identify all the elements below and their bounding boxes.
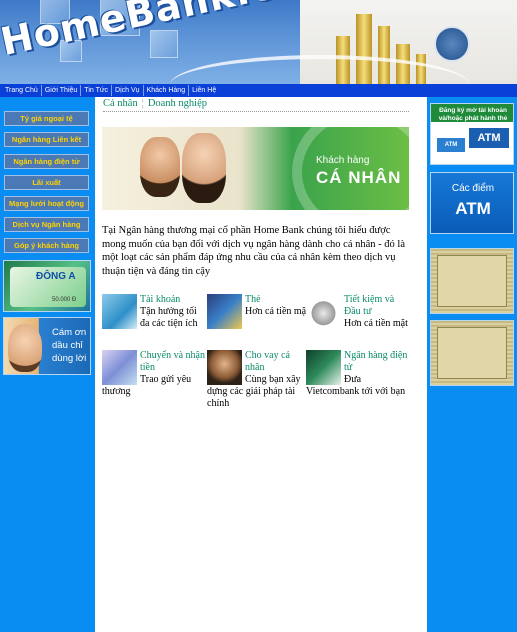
nav-item-about[interactable]: Giới Thiệu bbox=[42, 85, 82, 96]
service-transfer[interactable]: Chuyển và nhận tiền Trao gửi yêu thương bbox=[102, 350, 206, 398]
banknote-inner bbox=[437, 327, 507, 379]
child-promo-banner[interactable]: Cám ơn dầu chỉ dùng lời bbox=[3, 317, 91, 375]
coin-emblem bbox=[434, 26, 470, 62]
service-title[interactable]: Thẻ bbox=[245, 294, 261, 305]
service-desc: Hơn cả tiền mặt bbox=[344, 318, 408, 329]
service-title[interactable]: Tài khoản bbox=[140, 294, 180, 305]
top-nav: Trang Chủ Giới Thiệu Tin Tức Dịch Vụ Khá… bbox=[0, 84, 517, 97]
nav-item-contact[interactable]: Liên Hệ bbox=[189, 85, 219, 96]
atm-big-label: ATM bbox=[469, 128, 509, 148]
ebanking-icon bbox=[306, 350, 341, 385]
service-title[interactable]: Tiết kiệm và Đầu tư bbox=[344, 294, 394, 317]
service-title[interactable]: Ngân hàng điện tử bbox=[344, 350, 407, 373]
menu-e-banking[interactable]: Ngân hàng điện tử bbox=[4, 154, 89, 169]
decor-cube bbox=[150, 30, 178, 58]
service-card[interactable]: Thẻ Hơn cả tiền mặt bbox=[207, 294, 311, 330]
card-icon bbox=[207, 294, 242, 329]
nav-item-customers[interactable]: Khách Hàng bbox=[144, 85, 190, 96]
menu-partner-banks[interactable]: Ngân hàng Liên kết bbox=[4, 132, 89, 147]
account-icon bbox=[102, 294, 137, 329]
menu-feedback[interactable]: Góp ý khách hàng bbox=[4, 238, 89, 253]
nav-item-home[interactable]: Trang Chủ bbox=[2, 85, 42, 96]
child-photo bbox=[8, 324, 42, 372]
right-sidebar: Đăng ký mở tài khoản và/hoặc phát hành t… bbox=[427, 97, 517, 632]
nav-item-services[interactable]: Dịch Vụ bbox=[112, 85, 144, 96]
customer-tabs: Cá nhân ¦ Doanh nghiệp bbox=[103, 98, 409, 112]
banknote-inner bbox=[437, 255, 507, 307]
hero-banner: Khách hàng CÁ NHÂN bbox=[102, 127, 409, 210]
menu-interest-rate[interactable]: Lãi xuất bbox=[4, 175, 89, 190]
service-loan[interactable]: Cho vay cá nhân Cùng bạn xây dựng các gi… bbox=[207, 350, 311, 410]
service-savings[interactable]: Tiết kiệm và Đầu tư Hơn cả tiền mặt bbox=[306, 294, 410, 330]
hero-line2: CÁ NHÂN bbox=[316, 168, 402, 187]
banknote-image[interactable] bbox=[430, 320, 514, 386]
banknote-image[interactable] bbox=[430, 248, 514, 314]
account-banner-text: Đăng ký mở tài khoản và/hoặc phát hành t… bbox=[438, 107, 508, 122]
hero-photo-child bbox=[140, 137, 180, 197]
hero-photo-mother bbox=[182, 133, 226, 203]
menu-exchange-rate[interactable]: Tỷ giá ngoại tệ bbox=[4, 111, 89, 126]
service-title[interactable]: Chuyển và nhận tiền bbox=[140, 350, 205, 373]
atm-points-line1: Các điểm bbox=[451, 183, 495, 194]
tab-personal[interactable]: Cá nhân bbox=[103, 98, 138, 109]
loan-icon bbox=[207, 350, 242, 385]
hero-line1: Khách hàng bbox=[316, 155, 370, 166]
left-sidebar: Tỷ giá ngoại tệ Ngân hàng Liên kết Ngân … bbox=[0, 97, 95, 632]
tab-separator: ¦ bbox=[141, 98, 144, 109]
card-brand-label: ĐÔNG A bbox=[36, 271, 76, 282]
dong-a-card-promo[interactable]: ĐÔNG A 50.000 Đ bbox=[3, 260, 91, 312]
savings-icon bbox=[306, 294, 341, 329]
service-ebanking[interactable]: Ngân hàng điện tử Đưa Vietcombank tới vớ… bbox=[306, 350, 410, 398]
atm-small-label: ATM bbox=[437, 138, 465, 152]
service-account[interactable]: Tài khoản Tận hưởng tối đa các tiện ích bbox=[102, 294, 206, 330]
card-value-label: 50.000 Đ bbox=[52, 297, 77, 303]
site-banner: HomeBank.com bbox=[0, 0, 517, 84]
atm-locations-banner[interactable]: Các điểm ATM bbox=[430, 172, 514, 234]
service-desc: Tận hưởng tối đa các tiện ích bbox=[140, 306, 198, 329]
main-content: Cá nhân ¦ Doanh nghiệp Khách hàng CÁ NHÂN … bbox=[95, 97, 427, 632]
intro-paragraph: Tại Ngân hàng thương mại cổ phần Home Ba… bbox=[102, 225, 405, 277]
menu-network[interactable]: Mạng lưới hoạt động bbox=[4, 196, 89, 211]
promo-text: Cám ơn dầu chỉ dùng lời bbox=[52, 327, 87, 364]
account-open-banner[interactable]: Đăng ký mở tài khoản và/hoặc phát hành t… bbox=[430, 103, 514, 165]
atm-points-line2: ATM bbox=[455, 199, 491, 218]
nav-item-news[interactable]: Tin Tức bbox=[81, 85, 113, 96]
service-title[interactable]: Cho vay cá nhân bbox=[245, 350, 290, 373]
service-desc: Hơn cả tiền mặt bbox=[245, 306, 309, 317]
menu-bank-services[interactable]: Dịch vụ Ngân hàng bbox=[4, 217, 89, 232]
tab-business[interactable]: Doanh nghiệp bbox=[148, 98, 207, 109]
transfer-icon bbox=[102, 350, 137, 385]
